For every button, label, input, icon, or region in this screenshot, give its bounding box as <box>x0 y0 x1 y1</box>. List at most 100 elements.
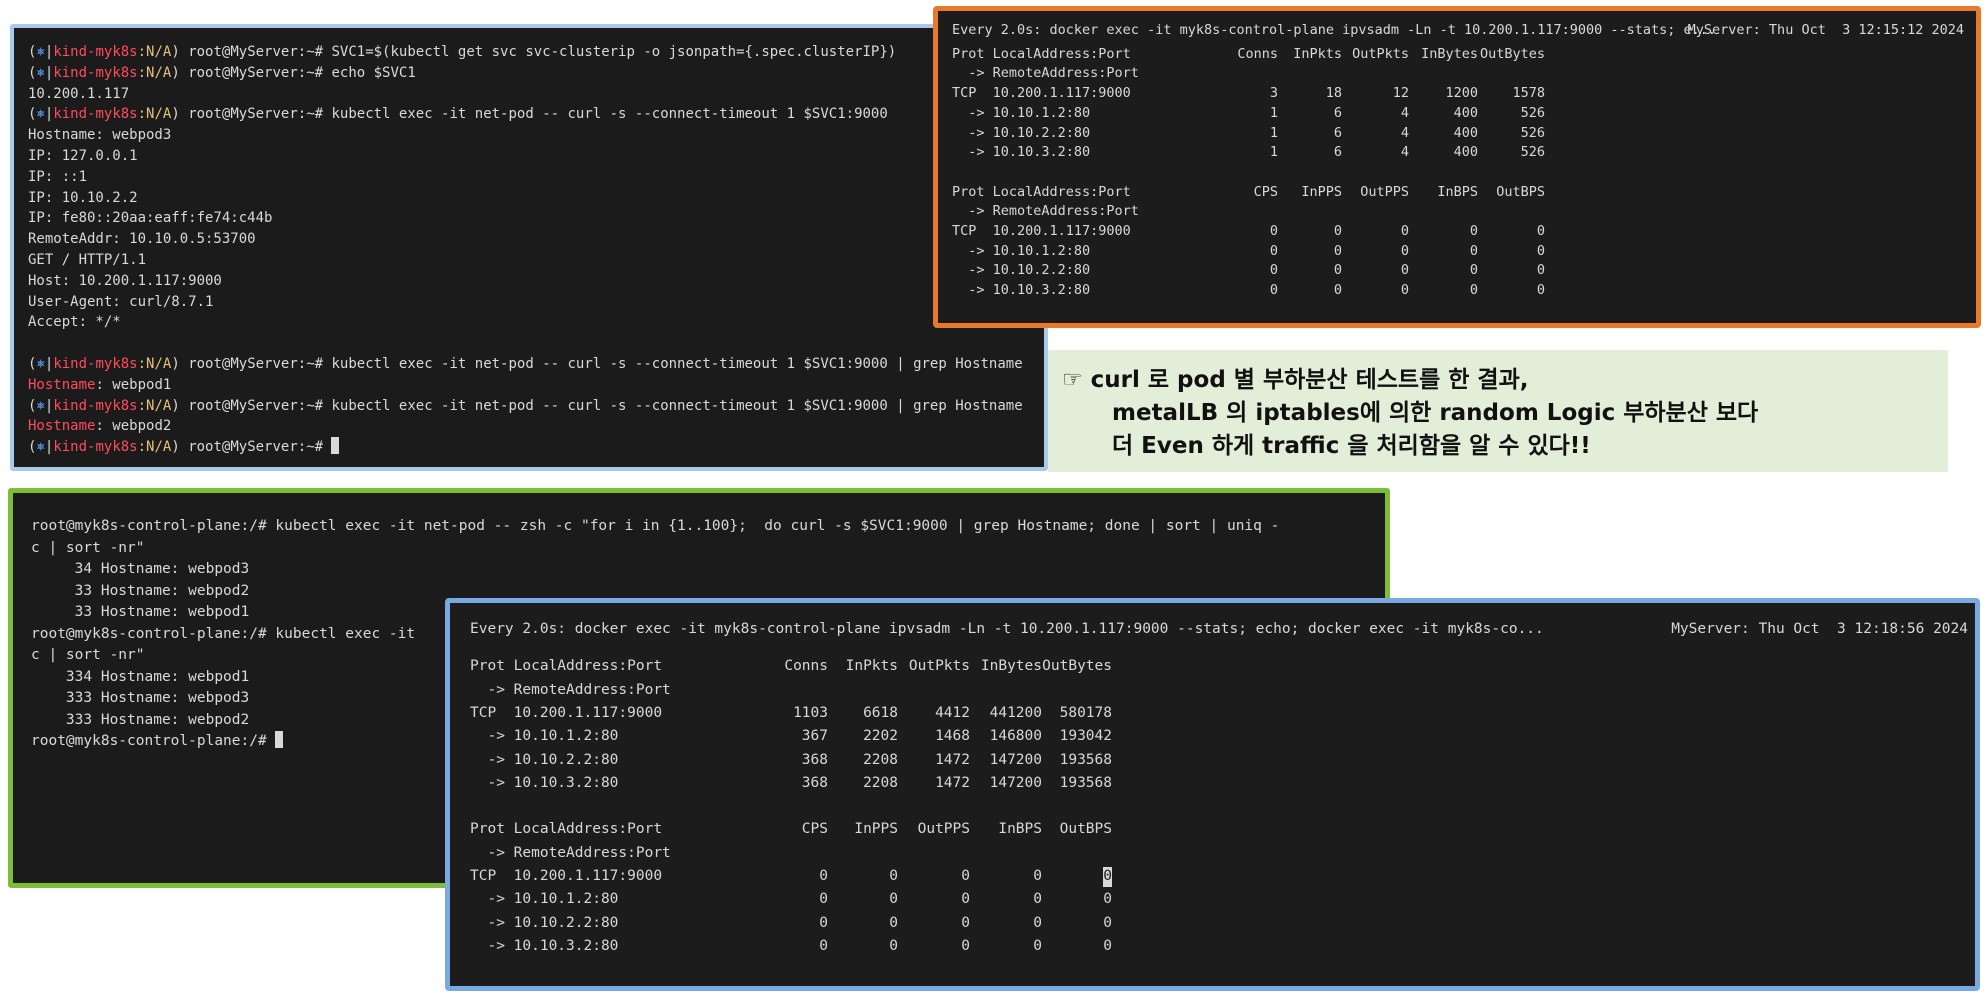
rate-row-label: TCP 10.200.1.117:9000 <box>470 868 663 884</box>
stats-row-value: 1468 <box>935 728 970 745</box>
stats-row-value: 18 <box>1325 85 1342 102</box>
prompt-context: kind-myk8s <box>53 64 138 81</box>
rate-row-value: 0 <box>961 914 970 931</box>
command-text: echo $SVC1 <box>331 64 416 81</box>
rate-header-col: OutPPS <box>1360 183 1409 200</box>
grep-match: Hostname <box>28 376 96 393</box>
remote-address-header: -> RemoteAddress:Port <box>952 65 1139 82</box>
prompt-user: root@MyServer:~# <box>179 64 332 81</box>
stats-row-value: 368 <box>801 774 828 791</box>
terminal-line: root@myk8s-control-plane:/# kubectl exec… <box>31 518 1280 534</box>
rate-row-value: 0 <box>1333 242 1342 259</box>
grep-result-line: Hostname: webpod2 <box>28 416 1044 437</box>
stats-row-label: -> 10.10.1.2:80 <box>952 104 1091 121</box>
rate-header-col: InBPS <box>998 821 1042 838</box>
stats-row-value: 6 <box>1333 144 1342 161</box>
output-line: GET / HTTP/1.1 <box>28 251 147 268</box>
terminal-window-top-left[interactable]: (⎈|kind-myk8s:N/A) root@MyServer:~# SVC1… <box>10 24 1048 471</box>
stats-row-value: 6618 <box>863 704 898 721</box>
stats-row-value: 1472 <box>935 751 970 768</box>
stats-header-label: Prot LocalAddress:Port <box>470 658 663 675</box>
stats-row-value: 1200 <box>1445 85 1478 102</box>
prompt-paren: ) <box>171 355 180 372</box>
kubernetes-helm-icon: ⎈ <box>36 355 45 372</box>
ipvsadm-stats-output-1: Every 2.0s: docker exec -it myk8s-contro… <box>938 11 1976 323</box>
stats-row-value: 193042 <box>1059 728 1112 745</box>
stats-row-value: 193568 <box>1059 751 1112 768</box>
stats-row-value: 1103 <box>793 704 828 721</box>
rate-row-value: 0 <box>1400 242 1409 259</box>
prompt-line: (⎈|kind-myk8s:N/A) root@MyServer:~# SVC1… <box>28 42 1044 63</box>
rate-header-col: InPPS <box>1301 183 1342 200</box>
rate-row-value: 0 <box>819 868 828 884</box>
grep-rest: : webpod1 <box>95 376 172 393</box>
stats-row-value: 4 <box>1400 144 1409 161</box>
rate-row-value: 0 <box>1536 282 1545 299</box>
rate-row-value: 0 <box>889 914 898 931</box>
rate-row-value: 0 <box>1536 223 1545 239</box>
rate-row-value: 0 <box>1333 262 1342 279</box>
stats-row-value: 367 <box>801 728 828 745</box>
stats-row-value: 400 <box>1453 144 1478 161</box>
rate-row-value: 0 <box>889 937 898 954</box>
output-line: Hostname: webpod3 <box>28 127 172 144</box>
stats-row-value: 6 <box>1333 104 1342 121</box>
command-text: SVC1=$(kubectl get svc svc-clusterip -o … <box>331 44 897 60</box>
rate-row-label: TCP 10.200.1.117:9000 <box>952 223 1131 239</box>
stats-row-value: 4 <box>1400 124 1409 141</box>
prompt-paren: ) <box>171 106 180 123</box>
kubernetes-helm-icon: ⎈ <box>36 439 45 456</box>
ipvsadm-watch-window-1[interactable]: Every 2.0s: docker exec -it myk8s-contro… <box>933 6 1981 328</box>
output-line: IP: ::1 <box>28 168 88 185</box>
stats-row-value: 146800 <box>989 728 1042 745</box>
rate-row-value: 0 <box>819 891 828 908</box>
prompt-context: kind-myk8s <box>53 44 138 60</box>
stats-header-col: OutPkts <box>908 658 970 675</box>
rate-row-value: 0 <box>819 914 828 931</box>
watch-header-host-time: MyServer: Thu Oct 3 12:15:12 2024 <box>1687 22 1964 38</box>
stats-header-col: InBytes <box>1421 45 1478 62</box>
stats-header-col: OutBytes <box>1042 658 1112 675</box>
stats-row-label: -> 10.10.2.2:80 <box>470 751 619 768</box>
command-text: kubectl exec -it net-pod -- curl -s --co… <box>331 397 1023 414</box>
rate-row-label: -> 10.10.1.2:80 <box>952 242 1091 259</box>
stats-row-value: 400 <box>1453 124 1478 141</box>
rate-header-col: InPPS <box>854 821 898 838</box>
prompt-context: kind-myk8s <box>53 106 138 123</box>
rate-row-value: 0 <box>961 868 970 884</box>
stats-row-value: 1472 <box>935 774 970 791</box>
grep-rest: : webpod2 <box>95 418 172 435</box>
stats-row-label: -> 10.10.2.2:80 <box>952 124 1091 141</box>
rate-row-value: 0 <box>1333 282 1342 299</box>
pointing-hand-icon: ☞ <box>1062 367 1083 393</box>
ipvsadm-watch-window-2[interactable]: Every 2.0s: docker exec -it myk8s-contro… <box>445 598 1980 991</box>
remote-address-header: -> RemoteAddress:Port <box>470 844 671 861</box>
prompt-user: root@MyServer:~# <box>179 439 332 456</box>
watch-header-command: Every 2.0s: docker exec -it myk8s-contro… <box>470 621 1544 637</box>
stats-row-value: 1578 <box>1512 85 1545 102</box>
prompt-paren: ) <box>171 439 180 456</box>
output-line: 10.200.1.117 <box>28 85 130 102</box>
rate-row-label: -> 10.10.2.2:80 <box>952 262 1091 279</box>
stats-row-value: 1 <box>1269 144 1278 161</box>
output-line: RemoteAddr: 10.10.0.5:53700 <box>28 231 256 248</box>
kubernetes-helm-icon: ⎈ <box>36 64 45 81</box>
prompt-namespace: :N/A <box>137 355 172 372</box>
rate-row-value: 0 <box>1103 867 1112 887</box>
stats-header-col: InBytes <box>980 658 1042 675</box>
ipvsadm-stats-output-2: Every 2.0s: docker exec -it myk8s-contro… <box>450 603 1975 986</box>
rate-row-value: 0 <box>1400 223 1409 239</box>
rate-row-value: 0 <box>1269 262 1278 279</box>
terminal-output-1[interactable]: (⎈|kind-myk8s:N/A) root@MyServer:~# SVC1… <box>14 28 1044 467</box>
prompt-paren: ) <box>171 44 180 60</box>
stats-header-label: Prot LocalAddress:Port <box>952 45 1131 62</box>
rate-row-value: 0 <box>1536 262 1545 279</box>
rate-row-value: 0 <box>1469 242 1478 259</box>
rate-row-value: 0 <box>889 891 898 908</box>
grep-result-line: Hostname: webpod1 <box>28 375 1044 396</box>
prompt-line: (⎈|kind-myk8s:N/A) root@MyServer:~# echo… <box>28 63 1044 84</box>
rate-header-col: OutPPS <box>917 821 970 838</box>
prompt-context: kind-myk8s <box>53 397 138 414</box>
rate-row-value: 0 <box>1033 868 1042 884</box>
